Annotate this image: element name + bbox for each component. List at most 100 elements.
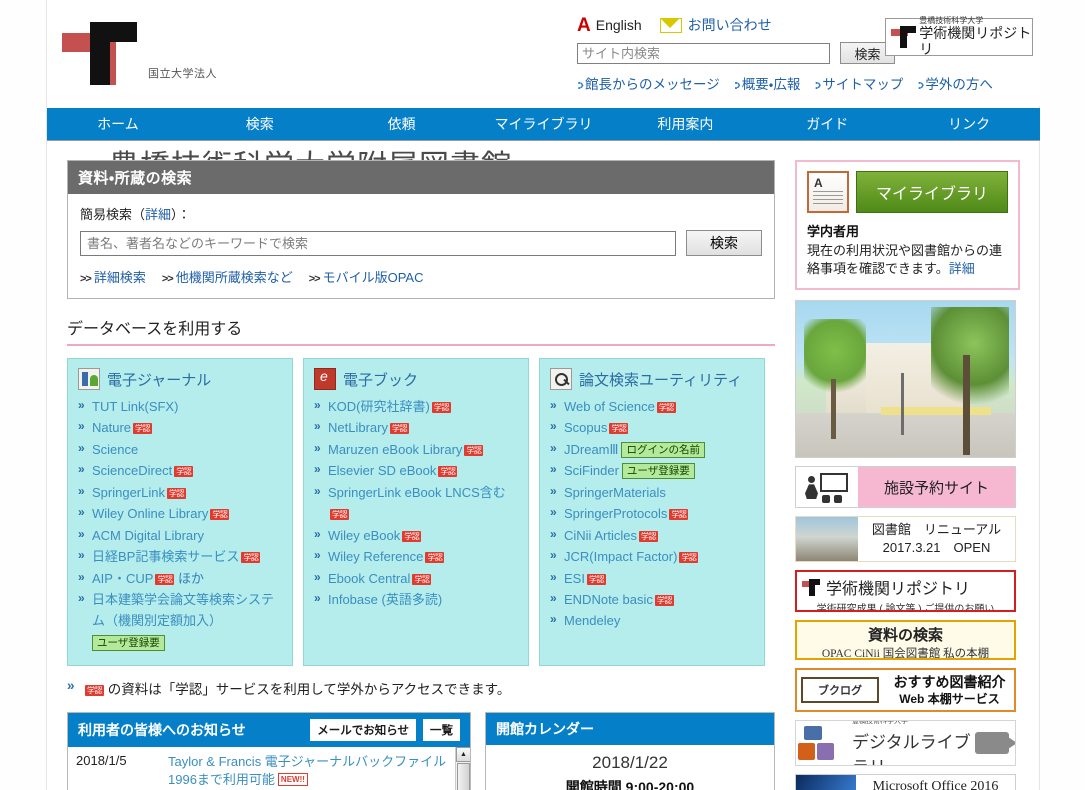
db-link-scifinder[interactable]: SciFinder [564, 463, 619, 478]
db-link-endnote-basic[interactable]: ENDNote basic [564, 592, 653, 607]
library-building-photo [795, 300, 1016, 459]
db-link-springerlink[interactable]: SpringerLink [92, 485, 165, 500]
db-link-springerlink-ebook[interactable]: SpringerLink eBook LNCS含む [328, 485, 506, 500]
list-item: » Wiley Online Library 学認 [78, 505, 230, 522]
renewal-photo-thumb [796, 517, 858, 562]
db-link-elsevier-sd-ebook[interactable]: Elsevier SD eBook [328, 463, 436, 478]
gakunin-badge: 学認 [669, 509, 689, 521]
list-item: » Ebook Central 学認 [314, 569, 432, 586]
db-link-wiley-reference[interactable]: Wiley Reference [328, 549, 423, 564]
list-item: » AIP・CUP 学認 ほか [78, 569, 205, 586]
db-link-netlibrary[interactable]: NetLibrary [328, 420, 388, 435]
table-row[interactable]: 2018/1/5 Taylor & Francis 電子ジャーナルバックファイル… [68, 747, 470, 790]
english-link[interactable]: English [596, 17, 642, 33]
nav-item-search[interactable]: 検索 [189, 108, 331, 141]
db-link-maruzen-ebook-library[interactable]: Maruzen eBook Library [328, 442, 462, 457]
notices-list-button[interactable]: 一覧 [423, 719, 460, 742]
nav-item-mylibrary[interactable]: マイライブラリ [473, 108, 615, 141]
db-link-web-of-science[interactable]: Web of Science [564, 399, 655, 414]
user-registration-badge: ユーザ登録要 [92, 634, 165, 651]
nav-item-links[interactable]: リンク [898, 108, 1040, 141]
repo-badge-line1: 豊橋技術科学大学 [919, 15, 984, 25]
list-item: » ENDNote basic 学認 [550, 590, 674, 607]
mylibrary-detail-link[interactable]: 詳細 [949, 261, 975, 276]
scroll-up-arrow-icon[interactable]: ▲ [456, 747, 470, 763]
notices-scrollbar[interactable]: ▲ [455, 747, 470, 790]
db-link-wiley-online-library[interactable]: Wiley Online Library [92, 506, 208, 521]
db-link-mendeley[interactable]: Mendeley [564, 613, 620, 628]
banner-microsoft-office[interactable]: Microsoft Office 2016 [795, 774, 1016, 790]
main-navigation: ホーム 検索 依頼 マイライブラリ 利用案内 ガイド リンク [47, 108, 1040, 141]
catalog-search-input[interactable] [80, 230, 676, 256]
db-link-nature[interactable]: Nature [92, 420, 131, 435]
mylibrary-button[interactable]: マイライブラリ [856, 171, 1008, 213]
user-registration-badge: ユーザ登録要 [621, 463, 695, 480]
gakunin-badge: 学認 [464, 444, 484, 456]
db-link-aip-cup[interactable]: AIP・CUP [92, 571, 153, 586]
link-for-outsiders[interactable]: :› 学外の方へ [917, 77, 993, 92]
site-logo[interactable]: 国立大学法人 豊橋技術科学大学附属図書館 [62, 10, 511, 182]
link-director-message[interactable]: :› 館長からのメッセージ [577, 77, 720, 92]
link-sitemap[interactable]: :› サイトマップ [814, 77, 903, 92]
login-name-badge: ログインの名前 [621, 441, 705, 458]
gakunin-note-text: の資料は「学認」サービスを利用して学外からアクセスできます。 [107, 682, 511, 698]
page-gutter-left [0, 0, 46, 790]
calendar-today-date: 2018/1/22 [592, 753, 668, 773]
calendar-panel: 開館カレンダー 2018/1/22 開館時間 9:00-20:00 2018年 … [485, 712, 775, 790]
banner-library-renewal[interactable]: 図書館 リニューアル 2017.3.21 OPEN [795, 516, 1016, 563]
calendar-opening-hours: 開館時間 9:00-20:00 [565, 779, 695, 790]
aip-cup-suffix: ほか [178, 570, 205, 586]
notices-mail-button[interactable]: メールでお知らせ [310, 719, 416, 742]
db-link-jcr[interactable]: JCR(Impact Factor) [564, 549, 677, 564]
link-other-institutions[interactable]: >> 他機関所蔵検索など [162, 270, 293, 285]
db-link-infobase[interactable]: Infobase (英語多読) [328, 592, 442, 607]
ejournal-title: 電子ジャーナル [107, 371, 212, 389]
link-mobile-opac[interactable]: >> モバイル版OPAC [309, 270, 424, 285]
db-link-esi[interactable]: ESI [564, 571, 585, 586]
link-advanced-search[interactable]: >> 詳細検索 [80, 270, 146, 285]
advanced-detail-link[interactable]: 詳細 [145, 207, 171, 222]
db-link-aij-paper-search[interactable]: 日本建築学会論文等検索システム（機関別定額加入） [92, 592, 274, 628]
mylibrary-description: 現在の利用状況や図書館からの連絡事項を確認できます。詳細 [807, 243, 1003, 277]
bottom-panels: 利用者の皆様へのお知らせ メールでお知らせ 一覧 2018/1/5 Taylor… [67, 712, 775, 790]
catalog-search-links: >> 詳細検索 >> 他機関所蔵検索など >> モバイル版OPAC [80, 267, 762, 286]
db-link-science[interactable]: Science [92, 442, 138, 457]
banner-academic-repository[interactable]: 学術機関リポジトリ 学術研究成果 ( 論文等 ) ご提供のお願い [795, 570, 1016, 613]
link-overview-pr[interactable]: :› 概要・広報 [734, 77, 801, 92]
db-link-ebook-central[interactable]: Ebook Central [328, 571, 410, 586]
banner-material-search[interactable]: 資料の検索 OPAC CiNii 国会図書館 私の本棚 [795, 620, 1016, 661]
banner-facility-reservation[interactable]: 施設予約サイト [795, 466, 1016, 509]
db-link-scopus[interactable]: Scopus [564, 420, 607, 435]
repository-header-badge[interactable]: 豊橋技術科学大学 学術機関リポジトリ [885, 15, 1033, 57]
db-link-springerprotocols[interactable]: SpringerProtocols [564, 506, 667, 521]
db-link-tut-link-sfx[interactable]: TUT Link(SFX) [92, 399, 178, 414]
contact-link[interactable]: お問い合わせ [688, 15, 772, 35]
nav-item-home[interactable]: ホーム [47, 108, 189, 141]
db-link-acm-digital-library[interactable]: ACM Digital Library [92, 528, 204, 543]
banner-digital-library[interactable]: 豊橋技術科学大学 デジタルライブラリ [795, 720, 1016, 767]
db-link-cinii-articles[interactable]: CiNii Articles [564, 528, 637, 543]
db-link-springermaterials[interactable]: SpringerMaterials [564, 485, 666, 500]
db-link-wiley-ebook[interactable]: Wiley eBook [328, 528, 400, 543]
list-item: » Maruzen eBook Library 学認 [314, 440, 484, 457]
site-search-input[interactable] [577, 42, 830, 64]
nav-item-guide[interactable]: ガイド [756, 108, 898, 141]
db-link-sciencedirect[interactable]: ScienceDirect [92, 463, 172, 478]
nav-item-request[interactable]: 依頼 [331, 108, 473, 141]
nav-item-guide-use[interactable]: 利用案内 [614, 108, 756, 141]
db-link-nikkei-bp[interactable]: 日経BP記事検索サービス [92, 549, 239, 564]
db-link-jdream3[interactable]: JDreamⅢ [564, 442, 618, 457]
catalog-search-button[interactable]: 検索 [686, 230, 762, 256]
banner-book-blog[interactable]: ブクログ おすすめ図書紹介 Web 本棚サービス [795, 668, 1016, 713]
db-link-kod[interactable]: KOD(研究社辞書) [328, 399, 430, 414]
header-sub-links: :› 館長からのメッセージ :› 概要・広報 :› サイトマップ :› 学外の方へ [577, 73, 1032, 93]
repo-banner-line2: 学術研究成果 ( 論文等 ) ご提供のお願い [816, 604, 995, 613]
paper-search-title: 論文検索ユーティリティ [579, 371, 743, 389]
notice-text[interactable]: Taylor & Francis 電子ジャーナルバックファイル1996まで利用可… [168, 753, 466, 788]
list-item: » 日経BP記事検索サービス 学認 [78, 548, 261, 565]
booklog-icon: ブクログ [801, 677, 879, 704]
scrollbar-thumb[interactable] [457, 763, 470, 790]
list-item: » 日本建築学会論文等検索システム（機関別定額加入） ユーザ登録要 [78, 590, 275, 651]
ebook-icon [314, 368, 336, 390]
new-badge: NEW!! [277, 772, 308, 786]
